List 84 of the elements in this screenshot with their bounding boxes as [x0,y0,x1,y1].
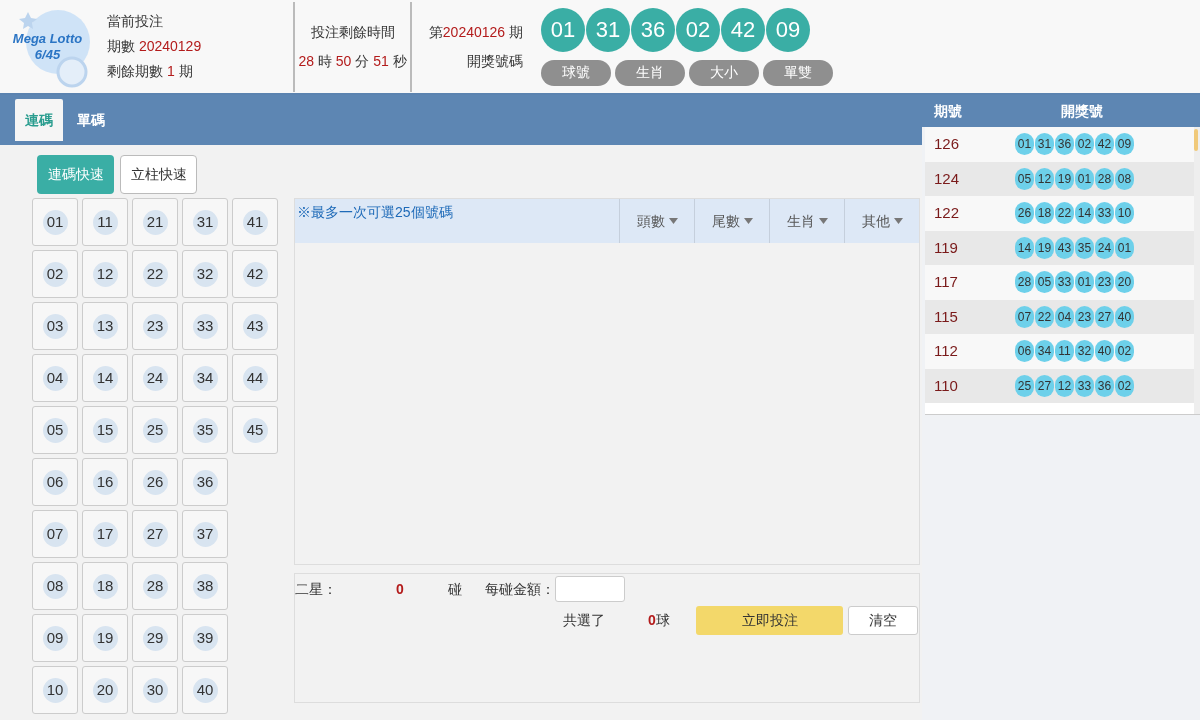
number-cell[interactable]: 43 [232,302,278,350]
number-cell[interactable]: 42 [232,250,278,298]
period-cell-text: 110 [933,375,959,396]
number-cell[interactable]: 36 [182,458,228,506]
column-header: 開獎號 [1060,101,1104,121]
number-cell[interactable]: 04 [32,354,78,402]
caret-icon [743,218,753,224]
caret-icon [818,218,828,224]
number-cell[interactable]: 13 [82,302,128,350]
number-cell[interactable]: 32 [182,250,228,298]
caret-icon [893,218,903,224]
number-cell[interactable]: 01 [32,198,78,246]
bet-title: 當前投注 [107,12,164,31]
number-cell[interactable]: 21 [132,198,178,246]
caret-icon [668,218,678,224]
number-cell[interactable]: 09 [32,614,78,662]
number-cell[interactable]: 16 [82,458,128,506]
number-cell[interactable]: 07 [32,510,78,558]
submit-button[interactable]: 立即投注 [696,605,843,635]
tab[interactable]: 單碼 [67,99,115,141]
number-cell[interactable]: 25 [132,406,178,454]
period-cell-text: 117 [933,272,959,292]
number-cell[interactable]: 19 [82,614,128,662]
logo-text: 6/45 [34,46,61,63]
number-cell[interactable]: 31 [182,198,228,246]
number-cell[interactable]: 22 [132,250,178,298]
filter-dropdown[interactable]: 尾數 [694,199,769,243]
number-cell[interactable]: 14 [82,354,128,402]
period-cell-text: 124 [933,168,961,189]
number-cell[interactable]: 29 [132,614,178,662]
number-cell[interactable]: 12 [82,250,128,298]
number-cell[interactable]: 06 [32,458,78,506]
number-cell[interactable]: 15 [82,406,128,454]
filter-dropdown[interactable]: 頭數 [619,199,694,243]
number-cell[interactable]: 35 [182,406,228,454]
column-header: 期號 [933,101,963,121]
combo-unit: 碰 [447,579,463,599]
number-cell[interactable]: 30 [132,666,178,714]
number-cell[interactable]: 02 [32,250,78,298]
logo-text: Mega Lotto [12,30,83,47]
timer-title: 投注剩餘時間 [310,22,395,42]
period-cell-text: 122 [933,203,961,223]
number-cell[interactable]: 10 [32,666,78,714]
number-cell[interactable]: 23 [132,302,178,350]
amount-field[interactable] [555,576,625,602]
number-cell[interactable]: 18 [82,562,128,610]
period-cell-text: 115 [933,306,959,327]
number-cell[interactable]: 33 [182,302,228,350]
combo-count: 0 [395,579,405,599]
period-text: 期數 20240129 [107,37,203,56]
period-cell-text: 119 [933,237,959,258]
remaining-text: 剩餘期數 1 期 [107,62,194,81]
number-cell[interactable]: 28 [132,562,178,610]
number-cell[interactable]: 39 [182,614,228,662]
number-cell[interactable]: 37 [182,510,228,558]
filter-dropdown[interactable]: 其他 [844,199,919,243]
period-cell-text: 112 [933,341,959,361]
number-cell[interactable]: 05 [32,406,78,454]
countdown: 28 時 50 分 51 秒 [298,51,407,71]
draw-label: 開獎號碼 [467,51,523,71]
clear-button[interactable]: 清空 [848,605,918,635]
total-label: 共選了 [563,610,606,630]
amount-label: 每碰金額： [485,579,555,599]
number-cell[interactable]: 11 [82,198,128,246]
number-cell[interactable]: 27 [132,510,178,558]
type-label: 二星： [295,579,338,599]
number-cell[interactable]: 44 [232,354,278,402]
filter-dropdown[interactable]: 生肖 [769,199,844,243]
number-cell[interactable]: 26 [132,458,178,506]
number-cell[interactable]: 20 [82,666,128,714]
number-cell[interactable]: 38 [182,562,228,610]
mode-button[interactable]: 立柱快速 [120,155,197,194]
number-cell[interactable]: 08 [32,562,78,610]
number-cell[interactable]: 45 [232,406,278,454]
ball-total: 0球 [648,610,671,630]
number-cell[interactable]: 17 [82,510,128,558]
number-cell[interactable]: 03 [32,302,78,350]
selection-note: ※最多一次可選25個號碼 [296,203,454,222]
number-cell[interactable]: 34 [182,354,228,402]
number-cell[interactable]: 40 [182,666,228,714]
draw-period: 第20240126 期 [428,22,523,42]
number-cell[interactable]: 24 [132,354,178,402]
period-cell-text: 126 [933,134,961,154]
number-cell[interactable]: 41 [232,198,278,246]
